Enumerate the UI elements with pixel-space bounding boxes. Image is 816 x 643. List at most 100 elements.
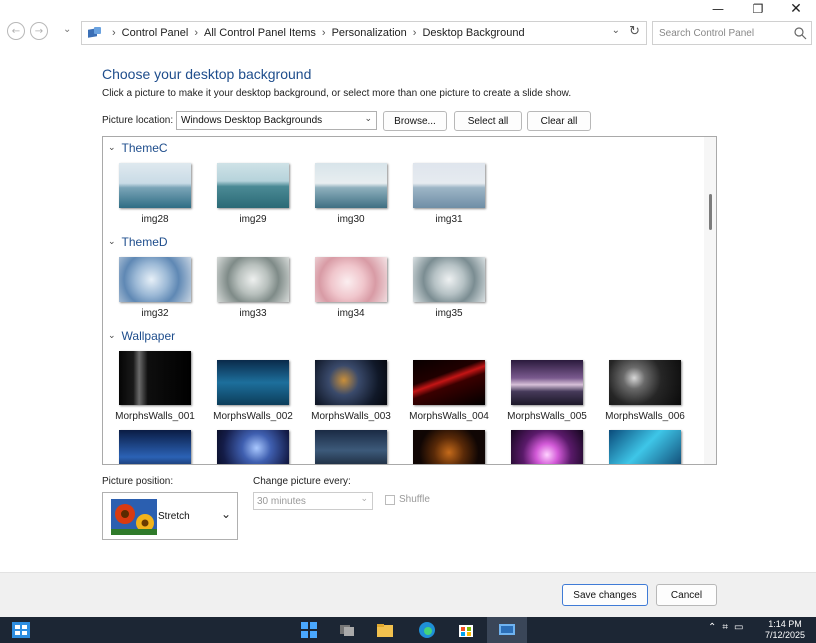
thumbnail-label: img32 (141, 308, 169, 319)
picture-position-value: Stretch (158, 511, 190, 522)
search-placeholder: Search Control Panel (659, 27, 755, 39)
change-picture-label: Change picture every: (253, 476, 351, 487)
thumbnail-label: img35 (435, 308, 463, 319)
restore-button[interactable]: ❐ (738, 0, 778, 18)
page-subtitle: Click a picture to make it your desktop … (102, 88, 572, 99)
main-content: Choose your desktop background Click a p… (0, 52, 816, 572)
forward-arrow-icon: → (34, 25, 44, 37)
taskbar-clock[interactable]: 1:14 PM 7/12/2025 (765, 619, 805, 641)
forward-button[interactable]: → (30, 22, 48, 40)
clear-all-button[interactable]: Clear all (527, 111, 591, 131)
navigation-bar: ← → ⌄ › Control Panel › All Control Pane… (0, 20, 816, 46)
chevron-down-icon: ⌄ (220, 507, 231, 521)
task-view-icon[interactable] (338, 621, 356, 639)
display-icon[interactable]: ▭ (734, 622, 743, 633)
breadcrumb-separator-icon: › (321, 27, 326, 39)
thumbnail-label: img30 (337, 214, 365, 225)
thumbnail-img32[interactable] (119, 257, 191, 302)
breadcrumb-desktop-background[interactable]: Desktop Background (422, 27, 524, 39)
picture-location-label: Picture location: (102, 115, 174, 126)
edge-browser-icon[interactable] (418, 621, 436, 639)
gallery-scrollbar[interactable] (704, 137, 716, 464)
search-input[interactable]: Search Control Panel (652, 21, 812, 45)
file-explorer-icon[interactable] (376, 621, 394, 639)
close-button[interactable]: ✕ (776, 0, 816, 18)
group-header-themec[interactable]: ⌄ ThemeC (108, 141, 168, 155)
store-icon[interactable] (457, 621, 475, 639)
breadcrumb-personalization[interactable]: Personalization (332, 27, 407, 39)
control-panel-icon (499, 624, 515, 635)
thumbnail-img34[interactable] (315, 257, 387, 302)
thumbnail-wallpaper[interactable] (609, 430, 681, 464)
shuffle-checkbox[interactable]: Shuffle (385, 494, 430, 505)
recent-locations-button[interactable]: ⌄ (63, 24, 71, 35)
interval-value: 30 minutes (257, 496, 306, 507)
thumbnail-wallpaper[interactable] (413, 430, 485, 464)
title-bar: — ❐ ✕ (0, 0, 816, 18)
thumbnail-wallpaper[interactable] (315, 430, 387, 464)
cancel-button[interactable]: Cancel (656, 584, 717, 606)
breadcrumb-separator-icon: › (112, 27, 116, 39)
thumbnail-morphswalls-003[interactable] (315, 360, 387, 405)
system-tray: ⌃ ⌗ ▭ (708, 622, 743, 633)
thumbnail-wallpaper[interactable] (217, 430, 289, 464)
thumbnail-label: MorphsWalls_006 (605, 411, 685, 422)
thumbnail-wallpaper[interactable] (119, 430, 191, 464)
start-icon[interactable] (12, 622, 30, 638)
back-button[interactable]: ← (7, 22, 25, 40)
picture-gallery[interactable]: ⌄ ThemeC img28 img29 img30 img31 ⌄ Theme… (102, 136, 717, 465)
group-title: ThemeC (121, 141, 168, 155)
thumbnail-img31[interactable] (413, 163, 485, 208)
refresh-icon[interactable]: ↻ (629, 24, 640, 39)
chevron-down-icon: ⌄ (364, 114, 372, 124)
address-dropdown-icon[interactable]: ⌄ (612, 25, 620, 36)
thumbnail-label: MorphsWalls_005 (507, 411, 587, 422)
thumbnail-morphswalls-002[interactable] (217, 360, 289, 405)
windows-logo-icon[interactable] (300, 621, 318, 639)
thumbnail-wallpaper[interactable] (511, 430, 583, 464)
checkbox-icon (385, 494, 395, 505)
control-panel-icon (88, 27, 102, 39)
chevron-down-icon: ⌄ (108, 143, 116, 153)
picture-location-select[interactable]: Windows Desktop Backgrounds ⌄ (176, 111, 377, 130)
picture-position-select[interactable]: Stretch ⌄ (102, 492, 238, 540)
group-header-themed[interactable]: ⌄ ThemeD (108, 235, 168, 249)
network-icon[interactable]: ⌗ (722, 622, 728, 633)
picture-location-value: Windows Desktop Backgrounds (181, 115, 323, 126)
thumbnail-img29[interactable] (217, 163, 289, 208)
minimize-button[interactable]: — (698, 0, 738, 18)
breadcrumb-separator-icon: › (412, 27, 417, 39)
group-header-wallpaper[interactable]: ⌄ Wallpaper (108, 329, 175, 343)
thumbnail-img35[interactable] (413, 257, 485, 302)
thumbnail-label: img29 (239, 214, 267, 225)
breadcrumb-all-items[interactable]: All Control Panel Items (204, 27, 316, 39)
scrollbar-thumb[interactable] (709, 194, 712, 230)
thumbnail-label: img34 (337, 308, 365, 319)
thumbnail-img33[interactable] (217, 257, 289, 302)
select-all-button[interactable]: Select all (454, 111, 522, 131)
control-panel-taskbar-button[interactable] (487, 617, 527, 643)
thumbnail-morphswalls-004[interactable] (413, 360, 485, 405)
breadcrumb-control-panel[interactable]: Control Panel (122, 27, 189, 39)
chevron-down-icon: ⌄ (108, 237, 116, 247)
close-icon: ✕ (790, 1, 802, 17)
restore-icon: ❐ (752, 2, 764, 16)
address-bar[interactable]: › Control Panel › All Control Panel Item… (81, 21, 647, 45)
thumbnail-morphswalls-005[interactable] (511, 360, 583, 405)
clock-date: 7/12/2025 (765, 630, 806, 640)
dialog-footer: Save changes Cancel (0, 572, 816, 617)
browse-button[interactable]: Browse... (383, 111, 447, 131)
thumbnail-morphswalls-006[interactable] (609, 360, 681, 405)
chevron-down-icon: ⌄ (360, 494, 368, 504)
change-picture-interval-select[interactable]: 30 minutes ⌄ (253, 492, 373, 510)
thumbnail-img30[interactable] (315, 163, 387, 208)
thumbnail-morphswalls-001[interactable] (119, 351, 191, 405)
taskbar: ⌃ ⌗ ▭ 1:14 PM 7/12/2025 (0, 617, 816, 643)
thumbnail-img28[interactable] (119, 163, 191, 208)
save-changes-button[interactable]: Save changes (562, 584, 648, 606)
shuffle-label: Shuffle (399, 494, 430, 505)
thumbnail-label: img28 (141, 214, 169, 225)
breadcrumb-separator-icon: › (194, 27, 198, 39)
minimize-icon: — (712, 2, 724, 16)
chevron-up-icon[interactable]: ⌃ (708, 622, 716, 633)
